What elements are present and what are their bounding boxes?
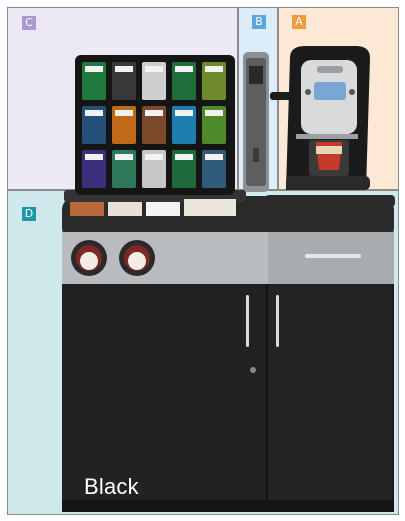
pack-label-band [85, 154, 103, 160]
drawer-handle[interactable] [305, 254, 361, 258]
pack-label-band [145, 66, 163, 72]
pack-label-band [115, 110, 133, 116]
pack-label-band [145, 154, 163, 160]
cup-tower [243, 52, 269, 192]
condiment-tray [64, 190, 246, 224]
pack-label-band [175, 66, 193, 72]
zone-a-label: A [292, 15, 306, 29]
pack-label-band [205, 154, 223, 160]
zone-b-label: B [252, 15, 266, 29]
color-caption: Black [84, 474, 139, 499]
pack-label-band [115, 154, 133, 160]
coffee-brewer[interactable] [265, 46, 395, 207]
door-handle-right[interactable] [276, 295, 279, 347]
beverage-pack-rack [75, 55, 235, 195]
zone-d-label: D [22, 207, 36, 221]
lock-icon [250, 367, 256, 373]
storage-cabinet [62, 196, 394, 512]
zone-c-label: C [22, 16, 36, 30]
pack-label-band [175, 154, 193, 160]
left-button[interactable] [305, 89, 311, 95]
display-screen [314, 82, 346, 100]
door-handle-left[interactable] [246, 295, 249, 347]
coffee-station-illustration [62, 46, 395, 512]
pack-label-band [85, 110, 103, 116]
pack-label-band [205, 66, 223, 72]
pack-label-band [205, 110, 223, 116]
pack-label-band [115, 66, 133, 72]
pack-label-band [145, 110, 163, 116]
right-button[interactable] [349, 89, 355, 95]
pack-label-band [85, 66, 103, 72]
pack-label-band [175, 110, 193, 116]
